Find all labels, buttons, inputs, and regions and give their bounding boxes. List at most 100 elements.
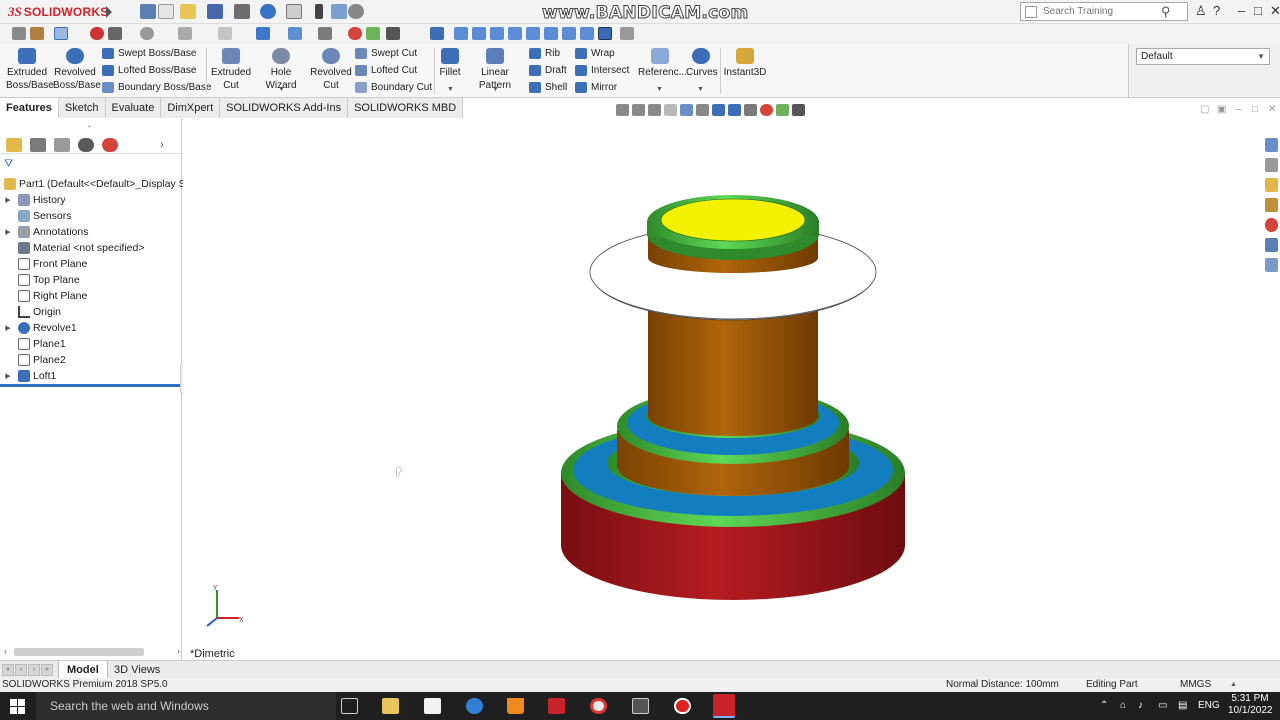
tree-item-top-plane[interactable]: Top Plane (0, 272, 80, 288)
view-orientation-icon[interactable] (712, 104, 725, 116)
custom-properties-icon[interactable] (1265, 238, 1278, 252)
tree-item-material[interactable]: Material <not specified> (0, 240, 144, 256)
expand-arrow-icon[interactable]: ▶ (4, 228, 12, 236)
tab-solidworks-mbd[interactable]: SOLIDWORKS MBD (348, 98, 464, 118)
swept-cut-button[interactable]: Swept Cut (355, 46, 417, 61)
design-library-icon[interactable] (1265, 158, 1278, 172)
taskbar-clock[interactable]: 5:31 PM 10/1/2022 (1228, 693, 1273, 717)
front-view-icon[interactable] (454, 27, 468, 40)
tree-item-origin[interactable]: Origin (0, 304, 61, 320)
section-view-icon[interactable] (218, 27, 232, 40)
expand-arrow-icon[interactable]: ▶ (4, 324, 12, 332)
home-icon[interactable] (140, 4, 156, 19)
solidworks-active-icon[interactable] (713, 694, 735, 718)
tree-horizontal-scrollbar[interactable]: ‹ › (4, 646, 180, 658)
monitor-icon[interactable] (386, 27, 400, 40)
tree-item-revolve1[interactable]: ▶ Revolve1 (0, 320, 77, 336)
top-view-icon[interactable] (526, 27, 540, 40)
view-orientation-icon[interactable] (256, 27, 270, 40)
scroll-left-icon[interactable]: ‹ (4, 646, 7, 656)
language-indicator[interactable]: ENG (1198, 700, 1220, 711)
apply-scene-icon[interactable] (776, 104, 789, 116)
network-icon[interactable]: ⌂ (1120, 700, 1126, 711)
traffic-light-icon[interactable] (315, 4, 323, 19)
left-view-icon[interactable] (490, 27, 504, 40)
appearance-icon[interactable] (90, 27, 104, 40)
viewport-restore-icon[interactable]: ▢ (1200, 104, 1209, 115)
view-setting-monitor-icon[interactable] (792, 104, 805, 116)
solidworks-launcher-icon[interactable] (548, 698, 565, 714)
lofted-boss-button[interactable]: Lofted Boss/Base (102, 63, 196, 78)
view-palette-icon[interactable] (1265, 198, 1278, 212)
task-view-icon[interactable] (341, 698, 358, 714)
bandicam-icon[interactable] (674, 698, 691, 714)
file-explorer-icon[interactable] (1265, 178, 1278, 192)
battery-icon[interactable]: ▭ (1158, 700, 1167, 711)
undo-icon[interactable] (260, 4, 276, 19)
top-cap[interactable] (647, 195, 819, 273)
last-tab-icon[interactable]: » (41, 664, 53, 676)
previous-view-icon[interactable] (648, 104, 661, 116)
graphics-area[interactable]: Y X *Dimetric (183, 118, 1280, 660)
tree-item-front-plane[interactable]: Front Plane (0, 256, 87, 272)
user-icon[interactable]: ♙ (1195, 3, 1207, 19)
edit-appearance-icon[interactable] (760, 104, 773, 116)
swept-boss-button[interactable]: Swept Boss/Base (102, 46, 196, 61)
curves-dropdown-icon[interactable]: ▼ (697, 86, 704, 93)
expand-arrow-icon[interactable]: ▶ (4, 372, 12, 380)
zoom-to-fit-icon[interactable] (616, 104, 629, 116)
new-document-icon[interactable] (158, 4, 174, 19)
chrome-icon[interactable] (590, 698, 607, 714)
revolved-boss-button[interactable]: Revolved Boss/Base (53, 48, 101, 92)
filter-icon[interactable]: ⛛ (4, 158, 13, 171)
display-manager-tab-icon[interactable] (102, 137, 118, 152)
select-arrow-icon[interactable] (286, 4, 302, 19)
edge-browser-icon[interactable] (466, 698, 483, 714)
tree-root-part[interactable]: Part1 (Default<<Default>_Display S (0, 176, 186, 192)
file-props-icon[interactable] (30, 27, 44, 40)
intersect-button[interactable]: Intersect (575, 63, 629, 78)
rebuild-icon[interactable] (12, 27, 26, 40)
tree-item-annotations[interactable]: ▶ Annotations (0, 224, 88, 240)
dimxpert-manager-tab-icon[interactable] (78, 137, 94, 152)
search-scope-icon[interactable] (1025, 5, 1037, 18)
tree-item-loft1[interactable]: ▶ Loft1 (0, 368, 56, 384)
tab-solidworks-add-ins[interactable]: SOLIDWORKS Add-Ins (220, 98, 349, 118)
tree-item-right-plane[interactable]: Right Plane (0, 288, 87, 304)
tray-expand-icon[interactable]: ⌃ (1100, 700, 1108, 711)
tree-item-plane2[interactable]: Plane2 (0, 352, 66, 368)
file-explorer-taskbar-icon[interactable] (382, 698, 399, 714)
select-icon[interactable] (54, 27, 68, 40)
tab-3d-views[interactable]: 3D Views (106, 661, 168, 679)
viewport-maximize-icon[interactable]: □ (1252, 104, 1258, 115)
dimetric-view-icon[interactable] (598, 27, 612, 40)
search-icon[interactable]: ⚲ (1161, 4, 1171, 20)
normal-to-icon[interactable] (430, 27, 444, 40)
volume-icon[interactable]: ♪ (1138, 700, 1143, 711)
notifications-icon[interactable]: ▤ (1178, 700, 1187, 711)
rollback-bar[interactable] (0, 384, 180, 387)
file-properties-icon[interactable] (331, 4, 347, 19)
rib-button[interactable]: Rib (529, 46, 560, 61)
maximize-button[interactable]: □ (1254, 3, 1262, 18)
display-style-icon[interactable] (288, 27, 302, 40)
linear-pattern-dropdown-icon[interactable]: ▼ (492, 86, 499, 93)
chevron-right-icon[interactable]: › (160, 139, 164, 151)
tree-item-sensors[interactable]: Sensors (0, 208, 72, 224)
draft-button[interactable]: Draft (529, 63, 567, 78)
hide-show-icon[interactable] (318, 27, 332, 40)
isometric-view-icon[interactable] (562, 27, 576, 40)
reference-geometry-button[interactable]: Referenc... (638, 48, 687, 79)
save-icon[interactable] (207, 4, 223, 19)
print-icon[interactable] (234, 4, 250, 19)
revolved-cut-button[interactable]: Revolved Cut (310, 48, 352, 92)
configuration-manager-tab-icon[interactable] (54, 137, 70, 152)
configuration-select[interactable]: Default ▼ (1136, 48, 1270, 65)
viewport-close-icon[interactable]: ✕ (1268, 104, 1276, 115)
panel-grip-icon[interactable]: • (88, 122, 91, 131)
zoom-fit-icon[interactable] (140, 27, 154, 40)
tree-item-plane1[interactable]: Plane1 (0, 336, 66, 352)
extruded-cut-button[interactable]: Extruded Cut (211, 48, 251, 92)
back-view-icon[interactable] (472, 27, 486, 40)
viewport-minimize-icon[interactable]: – (1236, 104, 1242, 115)
